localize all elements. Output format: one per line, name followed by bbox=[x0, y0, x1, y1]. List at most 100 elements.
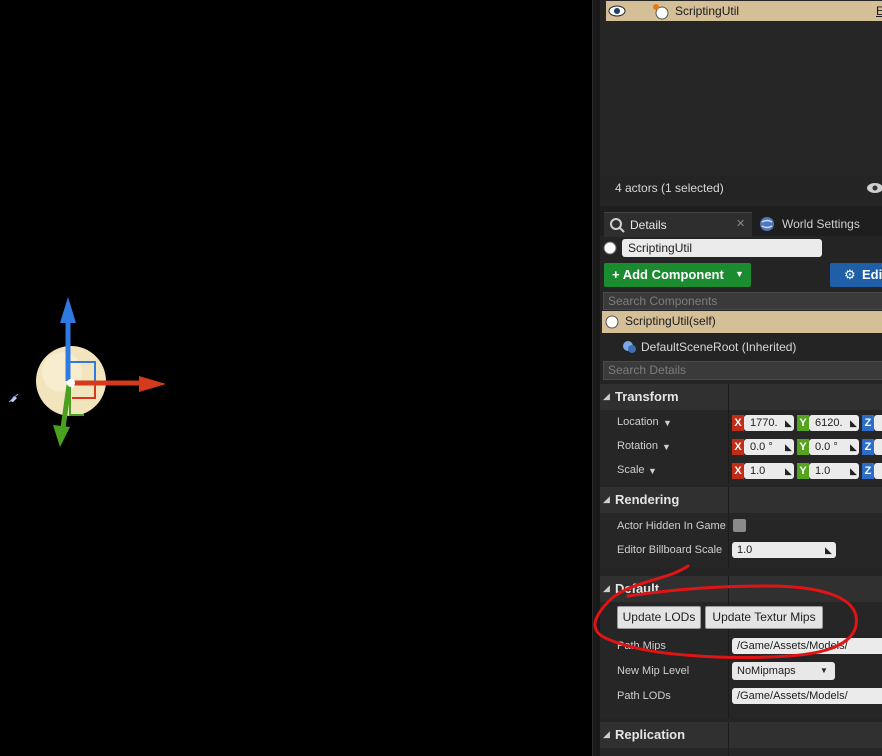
search-components-placeholder: Search Components bbox=[608, 294, 718, 308]
actor-hidden-checkbox[interactable] bbox=[733, 519, 746, 532]
location-y-value: 6120. bbox=[815, 417, 843, 429]
rotation-y-value: 0.0 ° bbox=[815, 441, 838, 453]
level-viewport[interactable] bbox=[0, 0, 592, 756]
tab-world-settings-label: World Settings bbox=[782, 217, 860, 231]
outliner-footer: 4 actors (1 selected) bbox=[600, 176, 882, 200]
chevron-down-icon: ▼ bbox=[735, 269, 744, 279]
scale-z-field[interactable] bbox=[874, 463, 882, 479]
rotation-y-field[interactable]: 0.0 ° ◣ bbox=[809, 439, 859, 455]
axis-y-label: Y bbox=[797, 415, 809, 431]
scale-y-value: 1.0 bbox=[815, 465, 831, 477]
close-icon[interactable]: ✕ bbox=[736, 217, 745, 230]
billboard-scale-label: Editor Billboard Scale bbox=[617, 544, 723, 556]
blueprint-icon: ⚙ bbox=[844, 267, 856, 282]
location-z-field[interactable] bbox=[874, 415, 882, 431]
expand-arrow-icon: ◢ bbox=[603, 494, 610, 504]
component-self-label: ScriptingUtil(self) bbox=[625, 314, 716, 328]
red-annotation-circle bbox=[593, 564, 858, 659]
column-divider bbox=[728, 384, 729, 484]
add-component-button[interactable]: + Add Component ▼ bbox=[604, 263, 751, 287]
spinner-icon: ◣ bbox=[850, 466, 857, 476]
rendering-header: Rendering bbox=[615, 492, 680, 507]
details-search-icon bbox=[610, 218, 625, 233]
spinner-icon: ◣ bbox=[850, 418, 857, 428]
component-row-root[interactable]: DefaultSceneRoot (Inherited) bbox=[602, 337, 882, 357]
location-y-field[interactable]: 6120. ◣ bbox=[809, 415, 859, 431]
chevron-down-icon[interactable]: ▼ bbox=[663, 418, 672, 428]
rotation-x-field[interactable]: 0.0 ° ◣ bbox=[744, 439, 794, 455]
location-label[interactable]: Location bbox=[617, 416, 659, 428]
chevron-down-icon: ▼ bbox=[820, 666, 828, 675]
path-lods-field[interactable]: /Game/Assets/Models/ bbox=[732, 688, 882, 704]
world-icon bbox=[760, 217, 774, 231]
replication-header: Replication bbox=[615, 727, 686, 742]
column-divider bbox=[728, 487, 729, 567]
eye-icon[interactable] bbox=[608, 5, 626, 17]
outliner-status: 4 actors (1 selected) bbox=[615, 181, 724, 195]
new-mip-level-value: NoMipmaps bbox=[737, 665, 796, 677]
rotation-x-value: 0.0 ° bbox=[750, 441, 773, 453]
tab-world-settings[interactable]: World Settings bbox=[754, 212, 882, 236]
chevron-down-icon[interactable]: ▼ bbox=[662, 442, 671, 452]
category-replication[interactable]: ◢ Replication bbox=[600, 722, 882, 748]
actor-sphere-icon bbox=[603, 241, 617, 255]
search-components-input[interactable]: Search Components bbox=[603, 292, 882, 310]
rotation-label[interactable]: Rotation bbox=[617, 440, 658, 452]
new-mip-level-label: New Mip Level bbox=[617, 665, 690, 677]
outliner-row-selected[interactable]: ScriptingUtil E bbox=[606, 1, 882, 21]
axis-z-label: Z bbox=[862, 463, 874, 479]
view-options-eye-icon[interactable] bbox=[866, 182, 882, 194]
viewport-sprite-icon bbox=[8, 393, 19, 403]
axis-x-label: X bbox=[732, 463, 744, 479]
search-details-input[interactable]: Search Details bbox=[603, 361, 882, 380]
billboard-scale-value: 1.0 bbox=[737, 544, 753, 556]
scale-x-value: 1.0 bbox=[750, 465, 766, 477]
column-divider bbox=[728, 722, 729, 756]
category-rendering[interactable]: ◢ Rendering bbox=[600, 487, 882, 513]
scale-y-field[interactable]: 1.0 ◣ bbox=[809, 463, 859, 479]
component-row-self[interactable]: ScriptingUtil(self) bbox=[602, 311, 882, 333]
axis-z-label: Z bbox=[862, 415, 874, 431]
actor-hidden-label: Actor Hidden In Game bbox=[617, 520, 726, 532]
edit-blueprint-label: Edi bbox=[862, 267, 882, 282]
actor-name-input[interactable]: ScriptingUtil bbox=[622, 239, 822, 257]
scale-x-field[interactable]: 1.0 ◣ bbox=[744, 463, 794, 479]
axis-y-label: Y bbox=[797, 463, 809, 479]
axis-x-label: X bbox=[732, 439, 744, 455]
actor-sphere-icon bbox=[653, 4, 669, 20]
path-lods-label: Path LODs bbox=[617, 690, 671, 702]
spinner-icon: ◣ bbox=[825, 545, 832, 555]
transform-gizmo[interactable] bbox=[0, 0, 592, 756]
outliner-actor-name: ScriptingUtil bbox=[675, 4, 740, 18]
spinner-icon: ◣ bbox=[785, 418, 792, 428]
add-component-label: + Add Component bbox=[612, 267, 724, 282]
scene-root-icon bbox=[623, 341, 636, 353]
axis-z-label: Z bbox=[862, 439, 874, 455]
edit-blueprint-button[interactable]: ⚙ Edi bbox=[830, 263, 882, 287]
location-x-field[interactable]: 1770. ◣ bbox=[744, 415, 794, 431]
category-transform[interactable]: ◢ Transform bbox=[600, 384, 882, 410]
spinner-icon: ◣ bbox=[785, 442, 792, 452]
path-lods-value: /Game/Assets/Models/ bbox=[737, 690, 848, 702]
expand-arrow-icon: ◢ bbox=[603, 729, 610, 739]
outliner-actor-type[interactable]: E bbox=[876, 4, 882, 18]
tab-details-label: Details bbox=[630, 218, 667, 232]
scale-label[interactable]: Scale bbox=[617, 464, 645, 476]
transform-header: Transform bbox=[615, 389, 679, 404]
tab-details[interactable]: Details ✕ bbox=[604, 212, 752, 237]
new-mip-level-dropdown[interactable]: NoMipmaps ▼ bbox=[732, 662, 835, 680]
world-outliner: ScriptingUtil E 4 actors (1 selected) bbox=[600, 0, 882, 206]
chevron-down-icon[interactable]: ▼ bbox=[648, 466, 657, 476]
location-x-value: 1770. bbox=[750, 417, 778, 429]
actor-name-value: ScriptingUtil bbox=[628, 241, 693, 255]
spinner-icon: ◣ bbox=[785, 466, 792, 476]
component-icon bbox=[605, 315, 619, 329]
billboard-scale-field[interactable]: 1.0 ◣ bbox=[732, 542, 836, 558]
search-details-placeholder: Search Details bbox=[608, 363, 687, 377]
rotation-z-field[interactable] bbox=[874, 439, 882, 455]
component-root-label: DefaultSceneRoot (Inherited) bbox=[641, 340, 797, 354]
axis-x-label: X bbox=[732, 415, 744, 431]
spinner-icon: ◣ bbox=[850, 442, 857, 452]
axis-y-label: Y bbox=[797, 439, 809, 455]
replication-rows bbox=[600, 748, 882, 756]
